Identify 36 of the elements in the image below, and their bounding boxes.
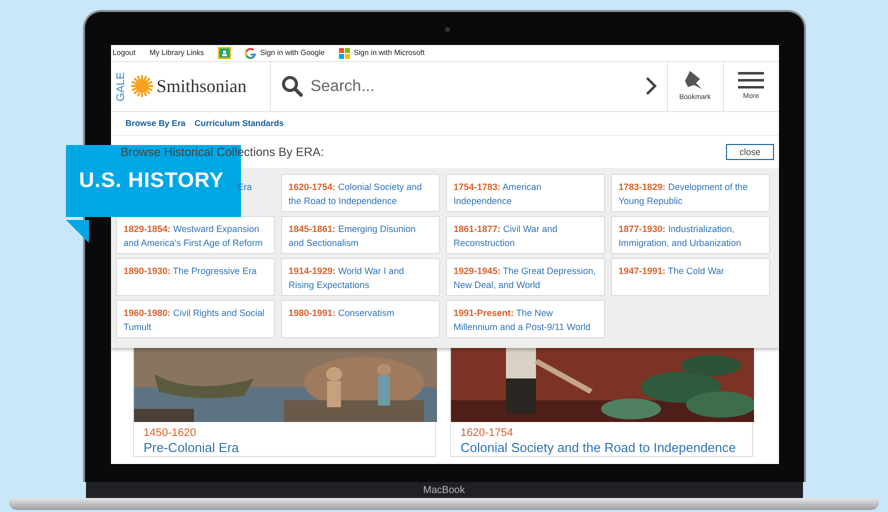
- era-link[interactable]: 1754-1783: American Independence: [446, 174, 604, 212]
- google-icon: [245, 48, 256, 58]
- classroom-icon[interactable]: [218, 47, 232, 59]
- vertical-brand-text: GALE: [114, 72, 126, 102]
- nav-link[interactable]: Browse By Era: [126, 117, 186, 130]
- era-link[interactable]: 1877-1930: Industrialization, Immigration, and Urbanization: [610, 216, 770, 254]
- era-link[interactable]: 1960-1980: Civil Rights and Social Tumult: [116, 300, 274, 338]
- era-link[interactable]: 1845-1861: Emerging Disunion and Sectionalism: [280, 216, 440, 254]
- era-link[interactable]: 1829-1854: Westward Expansion and America's First Age of Reform: [116, 216, 274, 254]
- menu-icon: [738, 70, 764, 89]
- device-label: MacBook: [423, 484, 465, 498]
- era-link[interactable]: 1890-1930: The Progressive Era: [116, 258, 274, 296]
- microsoft-icon: [338, 48, 350, 58]
- era-link[interactable]: 1620-1754: Colonial Society and the Road to Independence: [280, 174, 440, 212]
- era-card[interactable]: 1450-1620 Pre-Colonial Era: [132, 347, 436, 457]
- banner-tail-icon: [66, 220, 89, 243]
- era-card[interactable]: 1620-1754 Colonial Society and the Road to Independence: [450, 347, 752, 457]
- card-date: 1620-1754: [460, 426, 514, 440]
- era-link[interactable]: 1929-1945: The Great Depression, New Deal, and World: [446, 258, 604, 296]
- card-date: 1450-1620: [144, 426, 198, 440]
- era-link[interactable]: 1947-1991: The Cold War: [610, 258, 770, 296]
- search-field[interactable]: Search...: [308, 74, 638, 100]
- era-link[interactable]: 1914-1929: World War I and Rising Expectations: [280, 258, 440, 296]
- card-title[interactable]: Pre-Colonial Era: [144, 440, 434, 456]
- sun-logo-icon: [130, 74, 154, 98]
- card-title[interactable]: Colonial Society and the Road to Independence: [460, 440, 752, 456]
- era-link[interactable]: 1861-1877: Civil War and Reconstruction: [446, 216, 604, 254]
- era-link[interactable]: 1991-Present: The New Millennium and a Post-9/11 World: [446, 300, 604, 338]
- search-icon[interactable]: [280, 75, 302, 98]
- chevron-right-icon[interactable]: [644, 76, 656, 96]
- era-link[interactable]: 1980-1991: Conservatism: [280, 300, 440, 338]
- close-button[interactable]: close: [726, 144, 774, 160]
- nav-link[interactable]: Curriculum Standards: [194, 117, 284, 130]
- camera-dot: [444, 27, 450, 32]
- brand-name: Smithsonian: [156, 75, 247, 98]
- era-link[interactable]: 1783-1829: Development of the Young Republic: [610, 174, 770, 212]
